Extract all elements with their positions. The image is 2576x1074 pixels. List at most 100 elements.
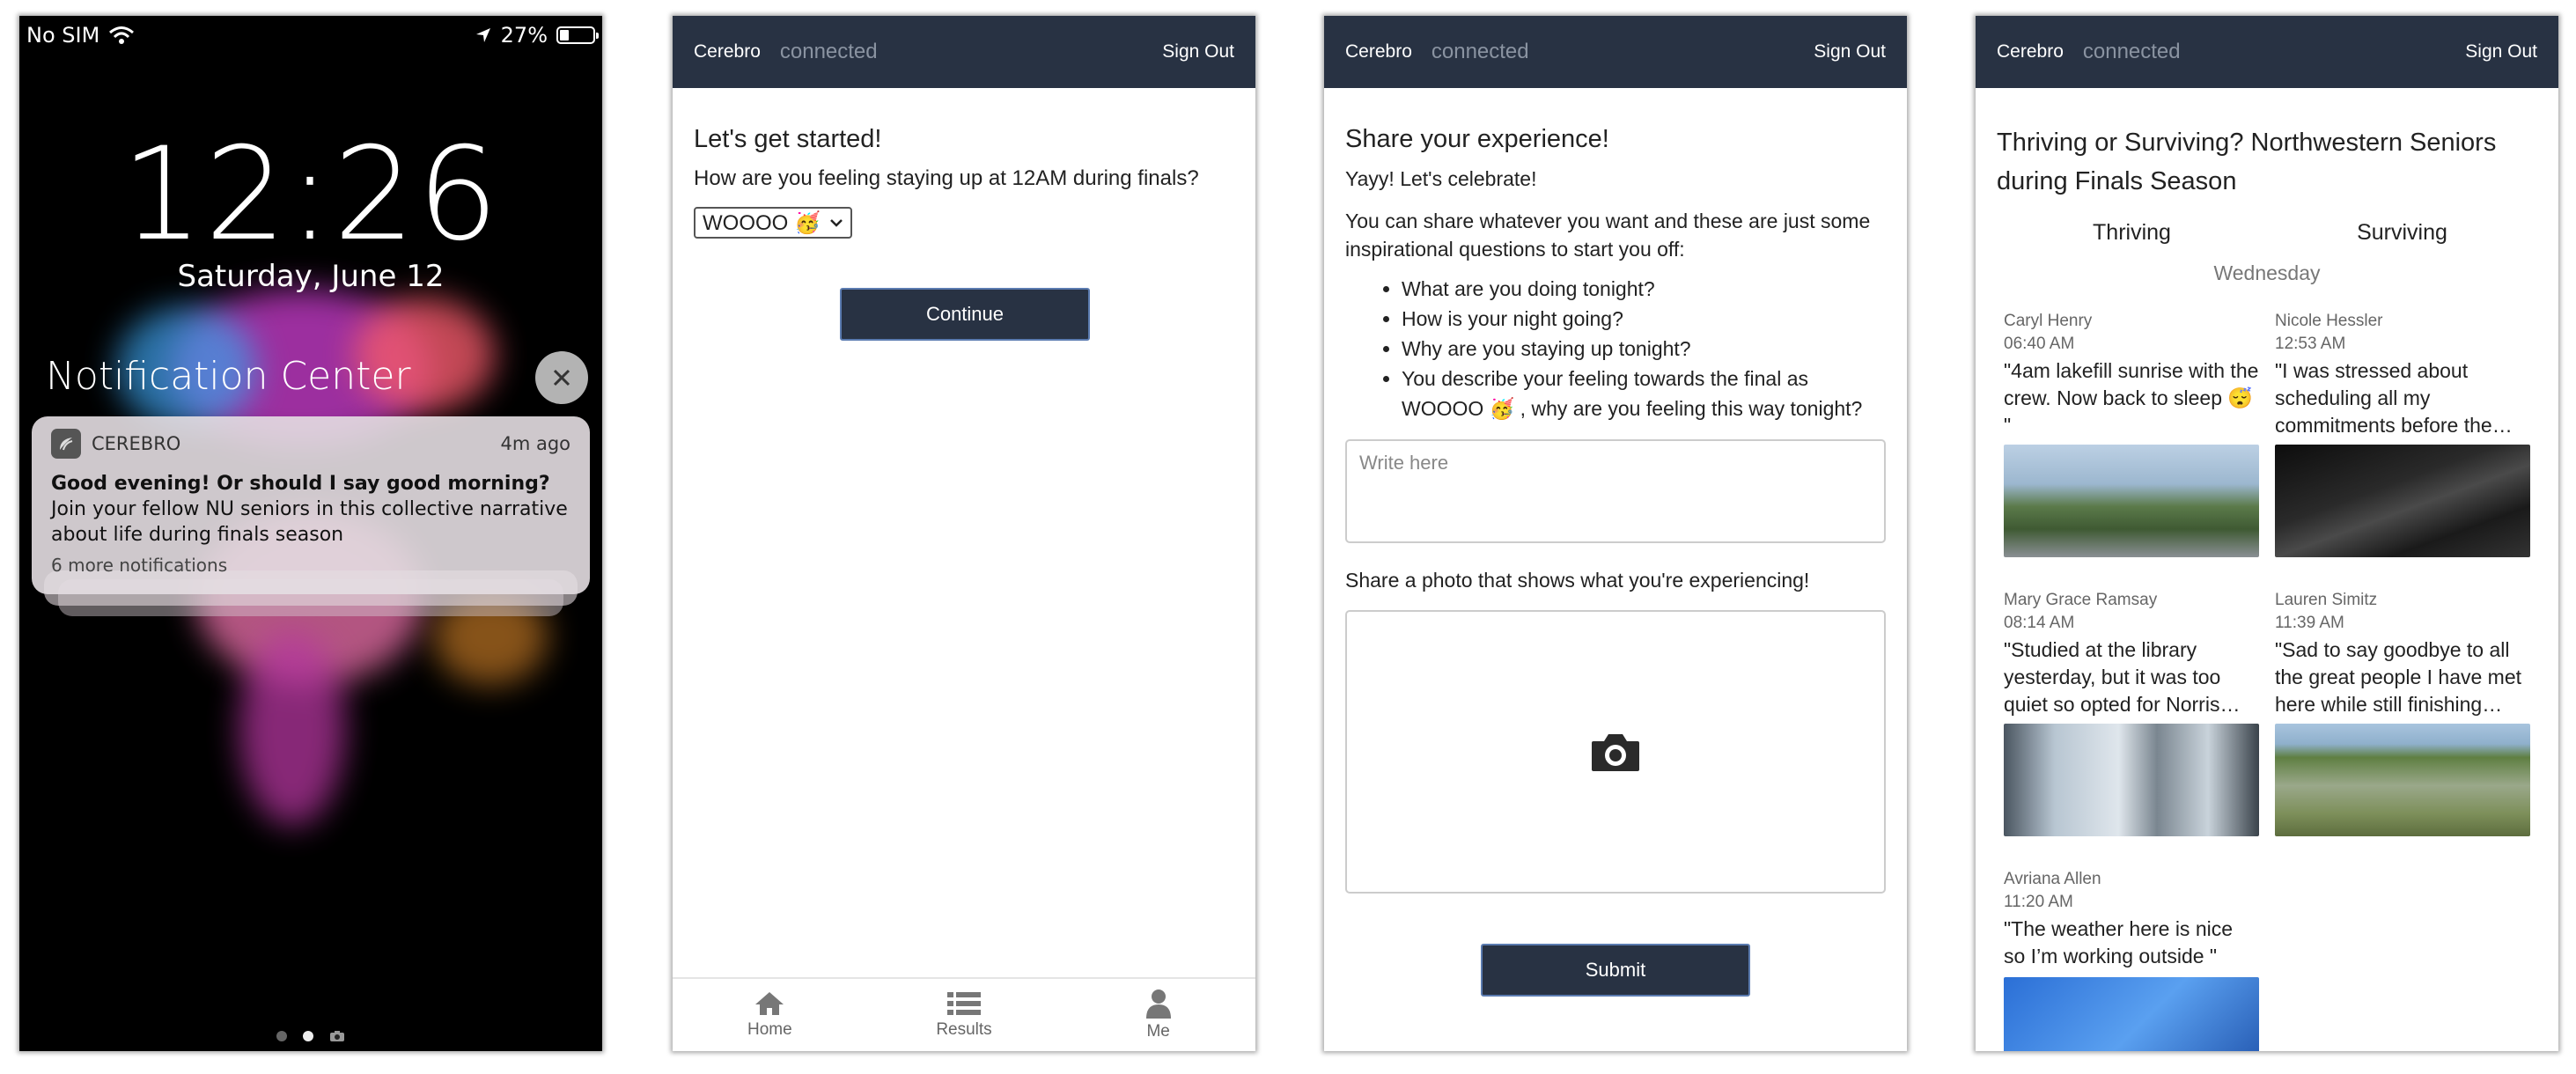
- wifi-icon: [109, 26, 135, 44]
- tab-results[interactable]: Results: [867, 979, 1062, 1051]
- start-screen: Cerebro connected Sign Out Let's get sta…: [673, 16, 1255, 1051]
- feeling-select-value: WOOOO 🥳: [703, 210, 821, 235]
- tab-results-label: Results: [936, 1020, 992, 1039]
- lock-screen: No SIM 27% 12:26 Saturday, June 12 Notif…: [19, 16, 602, 1051]
- location-icon: [475, 28, 490, 42]
- post-author: Nicole Hessler: [2275, 312, 2383, 330]
- post-photo[interactable]: [2004, 445, 2259, 557]
- cerebro-app-icon: [51, 429, 81, 459]
- tab-bar: Home Results Me: [673, 977, 1255, 1051]
- more-notifications[interactable]: 6 more notifications: [51, 555, 570, 576]
- post-author: Caryl Henry: [2004, 312, 2093, 330]
- feeling-question: How are you feeling staying up at 12AM d…: [694, 166, 1199, 190]
- list-icon: [947, 992, 981, 1015]
- tab-home[interactable]: Home: [673, 979, 867, 1051]
- sign-out-link[interactable]: Sign Out: [1162, 41, 1234, 63]
- status-bar: No SIM 27%: [26, 19, 599, 51]
- tab-me-label: Me: [1146, 1022, 1170, 1041]
- lock-clock: 12:26: [121, 120, 501, 269]
- post-time: 11:20 AM: [2004, 893, 2073, 911]
- user-icon: [1145, 989, 1171, 1019]
- connection-status: connected: [779, 40, 878, 63]
- thriving-header: Thriving: [2093, 220, 2171, 245]
- day-label: Wednesday: [2213, 261, 2321, 284]
- post-card[interactable]: Avriana Allen 11:20 AM "The weather here…: [2004, 870, 2259, 1051]
- page-dot-active: [303, 1031, 313, 1041]
- intro-text: You can share whatever you want and thes…: [1345, 210, 1871, 261]
- close-icon: [553, 369, 570, 386]
- prompt-item: Why are you staying up tonight?: [1402, 334, 1886, 364]
- sign-out-link[interactable]: Sign Out: [1814, 41, 1886, 63]
- feed-title: Thriving or Surviving? Northwestern Seni…: [1997, 129, 2497, 195]
- post-time: 08:14 AM: [2004, 614, 2075, 632]
- post-card[interactable]: Lauren Simitz 11:39 AM "Sad to say goodb…: [2275, 591, 2530, 836]
- prompt-list: What are you doing tonight? How is your …: [1402, 274, 1886, 423]
- feeling-select[interactable]: WOOOO 🥳: [694, 207, 852, 239]
- photo-upload[interactable]: [1345, 610, 1886, 894]
- submit-button[interactable]: Submit: [1481, 944, 1750, 997]
- post-text: "I was stressed about scheduling all my …: [2275, 359, 2513, 437]
- post-time: 12:53 AM: [2275, 335, 2346, 353]
- post-text: "4am lakefill sunrise with the crew. Now…: [2004, 359, 2259, 437]
- post-author: Lauren Simitz: [2275, 591, 2378, 609]
- post-time: 11:39 AM: [2275, 614, 2344, 632]
- brand[interactable]: Cerebro: [1997, 41, 2064, 63]
- surviving-header: Surviving: [2357, 220, 2447, 245]
- lock-date: Saturday, June 12: [177, 259, 445, 294]
- post-photo[interactable]: [2275, 724, 2530, 836]
- celebrate-text: Yayy! Let's celebrate!: [1345, 167, 1537, 190]
- sign-out-link[interactable]: Sign Out: [2465, 41, 2537, 63]
- post-photo[interactable]: [2275, 445, 2530, 557]
- notification-card[interactable]: CEREBRO 4m ago Good evening! Or should I…: [32, 416, 590, 594]
- prompt-item: You describe your feeling towards the fi…: [1402, 364, 1886, 423]
- notification-body: Join your fellow NU seniors in this coll…: [51, 498, 568, 546]
- post-time: 06:40 AM: [2004, 335, 2075, 353]
- post-photo[interactable]: [2004, 977, 2259, 1051]
- post-text: "The weather here is nice so I’m working…: [2004, 917, 2234, 967]
- notification-app-name: CEREBRO: [92, 433, 181, 454]
- chevron-down-icon: [829, 219, 843, 227]
- page-title: Let's get started!: [694, 125, 882, 153]
- brand[interactable]: Cerebro: [1345, 41, 1412, 63]
- post-text: "Studied at the library yesterday, but i…: [2004, 638, 2241, 716]
- carrier-label: No SIM: [26, 23, 100, 48]
- experience-textarea[interactable]: Write here: [1345, 439, 1886, 543]
- textarea-placeholder: Write here: [1359, 452, 1449, 474]
- camera-icon: [330, 1031, 344, 1041]
- battery-fill: [560, 30, 569, 40]
- post-card[interactable]: Nicole Hessler 12:53 AM "I was stressed …: [2275, 312, 2530, 557]
- post-author: Avriana Allen: [2004, 870, 2101, 888]
- continue-button[interactable]: Continue: [840, 288, 1090, 341]
- page-dot: [276, 1031, 287, 1041]
- page-indicator: [19, 1030, 602, 1042]
- navbar: Cerebro connected Sign Out: [1324, 16, 1907, 88]
- results-screen: Cerebro connected Sign Out Thriving or S…: [1976, 16, 2558, 1051]
- prompt-item: What are you doing tonight?: [1402, 274, 1886, 304]
- notification-center-title: Notification Center: [46, 354, 411, 399]
- column-headers: Thriving Surviving: [1997, 220, 2537, 246]
- tab-me[interactable]: Me: [1061, 979, 1255, 1051]
- notification-title: Good evening! Or should I say good morni…: [51, 473, 550, 495]
- prompt-item: How is your night going?: [1402, 304, 1886, 334]
- post-grid: Caryl Henry 06:40 AM "4am lakefill sunri…: [1997, 312, 2537, 1051]
- tab-home-label: Home: [747, 1020, 792, 1039]
- battery-percent: 27%: [500, 23, 548, 48]
- post-card[interactable]: Mary Grace Ramsay 08:14 AM "Studied at t…: [2004, 591, 2259, 836]
- home-icon: [755, 992, 784, 1015]
- camera-icon: [1592, 734, 1639, 771]
- close-button[interactable]: [535, 351, 588, 404]
- battery-icon: [556, 26, 599, 44]
- photo-label: Share a photo that shows what you're exp…: [1345, 569, 1810, 592]
- post-card[interactable]: Caryl Henry 06:40 AM "4am lakefill sunri…: [2004, 312, 2259, 557]
- notification-age: 4m ago: [500, 433, 570, 454]
- connection-status: connected: [1431, 40, 1529, 63]
- navbar: Cerebro connected Sign Out: [1976, 16, 2558, 88]
- post-author: Mary Grace Ramsay: [2004, 591, 2158, 609]
- connection-status: connected: [2082, 40, 2181, 63]
- post-photo[interactable]: [2004, 724, 2259, 836]
- post-text: "Sad to say goodbye to all the great peo…: [2275, 638, 2522, 716]
- navbar: Cerebro connected Sign Out: [673, 16, 1255, 88]
- share-screen: Cerebro connected Sign Out Share your ex…: [1324, 16, 1907, 1051]
- brand[interactable]: Cerebro: [694, 41, 761, 63]
- page-title: Share your experience!: [1345, 125, 1609, 153]
